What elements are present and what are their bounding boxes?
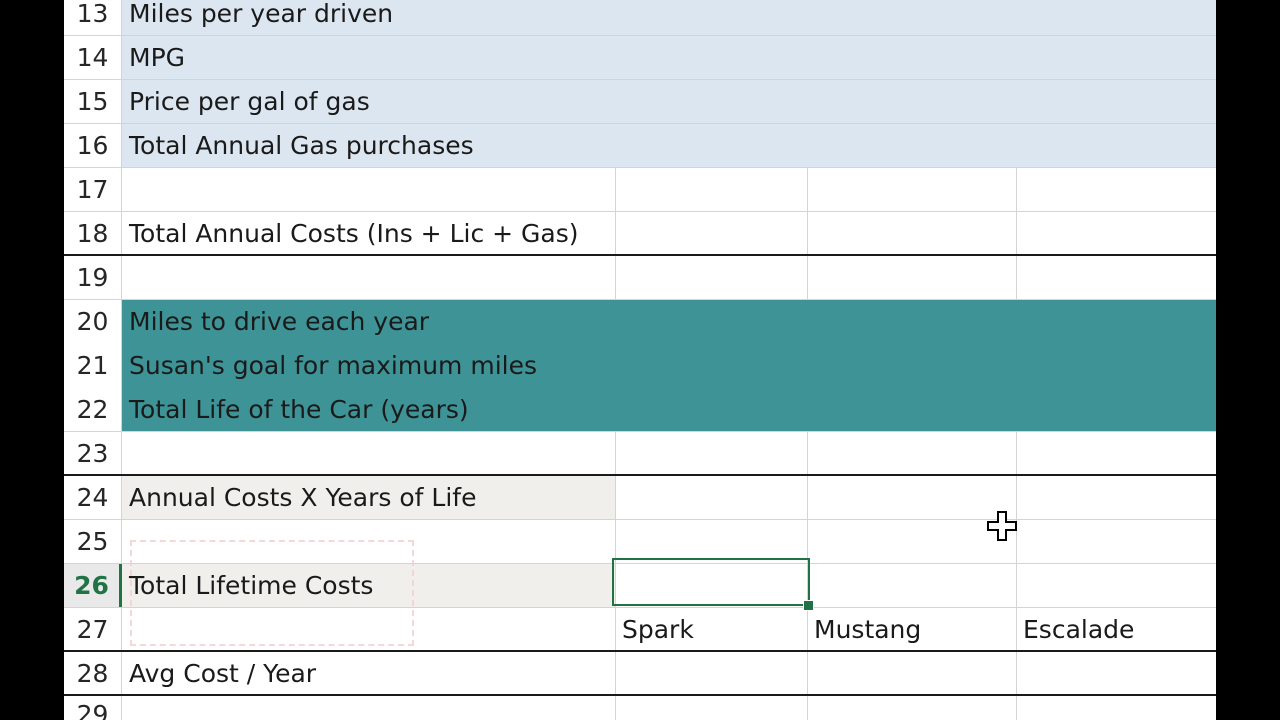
cell-label[interactable]: Price per gal of gas: [122, 80, 1216, 123]
column-divider: [807, 212, 808, 254]
row-number[interactable]: 14: [64, 36, 122, 79]
row-19: 19: [64, 256, 1216, 300]
row-number[interactable]: 22: [64, 388, 122, 431]
column-divider: [807, 432, 808, 474]
row-number[interactable]: 15: [64, 80, 122, 123]
row-number[interactable]: 16: [64, 124, 122, 167]
row-number[interactable]: 29: [64, 696, 122, 720]
column-divider: [1016, 652, 1017, 694]
column-divider: [1016, 564, 1017, 607]
column-divider: [807, 696, 808, 720]
cell-label[interactable]: [122, 696, 616, 720]
column-divider: [615, 432, 616, 474]
header-escalade[interactable]: Escalade: [1016, 608, 1216, 650]
column-divider: [1016, 212, 1017, 254]
row-number[interactable]: 25: [64, 520, 122, 563]
column-divider: [807, 256, 808, 299]
column-divider: [807, 652, 808, 694]
row-15: 15 Price per gal of gas: [64, 80, 1216, 124]
cell-label[interactable]: Total Annual Costs (Ins + Lic + Gas): [122, 212, 616, 254]
spreadsheet-grid[interactable]: 13 Miles per year driven 14 MPG 15 Price…: [64, 0, 1216, 720]
row-28: 28 Avg Cost / Year: [64, 652, 1216, 696]
column-divider: [1016, 168, 1017, 211]
column-divider: [807, 168, 808, 211]
row-number[interactable]: 28: [64, 652, 122, 694]
selected-cell[interactable]: [612, 558, 810, 606]
row-21: 21 Susan's goal for maximum miles: [64, 344, 1216, 388]
header-mustang[interactable]: Mustang: [807, 608, 1016, 650]
cross-cursor-icon: [987, 511, 1017, 541]
cell-label[interactable]: Total Annual Gas purchases: [122, 124, 1216, 167]
row-29: 29: [64, 696, 1216, 720]
column-divider: [615, 256, 616, 299]
row-number[interactable]: 23: [64, 432, 122, 474]
cell-label[interactable]: Total Life of the Car (years): [122, 388, 1216, 431]
row-23: 23: [64, 432, 1216, 476]
row-number[interactable]: 21: [64, 344, 122, 388]
row-number[interactable]: 17: [64, 168, 122, 211]
column-divider: [1016, 256, 1017, 299]
row-number[interactable]: 13: [64, 0, 122, 35]
column-divider: [615, 520, 616, 563]
row-number[interactable]: 27: [64, 608, 122, 650]
column-divider: [615, 652, 616, 694]
row-13: 13 Miles per year driven: [64, 0, 1216, 36]
row-22: 22 Total Life of the Car (years): [64, 388, 1216, 432]
copy-marquee: [130, 540, 414, 646]
row-16: 16 Total Annual Gas purchases: [64, 124, 1216, 168]
column-divider: [807, 520, 808, 563]
column-divider: [1016, 432, 1017, 474]
row-number[interactable]: 18: [64, 212, 122, 254]
row-number[interactable]: 19: [64, 256, 122, 299]
row-24: 24 Annual Costs X Years of Life: [64, 476, 1216, 520]
cell-label[interactable]: MPG: [122, 36, 1216, 79]
row-20: 20 Miles to drive each year: [64, 300, 1216, 344]
column-divider: [807, 608, 808, 650]
column-divider: [807, 476, 808, 519]
cell-label[interactable]: Miles to drive each year: [122, 300, 1216, 344]
row-18: 18 Total Annual Costs (Ins + Lic + Gas): [64, 212, 1216, 256]
cell-label[interactable]: Annual Costs X Years of Life: [122, 476, 616, 519]
row-14: 14 MPG: [64, 36, 1216, 80]
column-divider: [615, 696, 616, 720]
column-divider: [1016, 696, 1017, 720]
column-divider: [1016, 608, 1017, 650]
cell-label[interactable]: Avg Cost / Year: [122, 652, 616, 694]
column-divider: [615, 168, 616, 211]
fill-handle[interactable]: [803, 600, 814, 611]
cell-label[interactable]: [122, 168, 616, 211]
row-number[interactable]: 24: [64, 476, 122, 519]
cell-label[interactable]: Susan's goal for maximum miles: [122, 344, 1216, 388]
column-divider: [615, 476, 616, 519]
header-spark[interactable]: Spark: [615, 608, 807, 650]
cell-label[interactable]: Miles per year driven: [122, 0, 1216, 35]
row-number-active[interactable]: 26: [64, 564, 122, 607]
cell-label[interactable]: [122, 256, 616, 299]
row-17: 17: [64, 168, 1216, 212]
column-divider: [615, 212, 616, 254]
cell-label[interactable]: [122, 432, 616, 474]
row-number[interactable]: 20: [64, 300, 122, 344]
column-divider: [615, 608, 616, 650]
